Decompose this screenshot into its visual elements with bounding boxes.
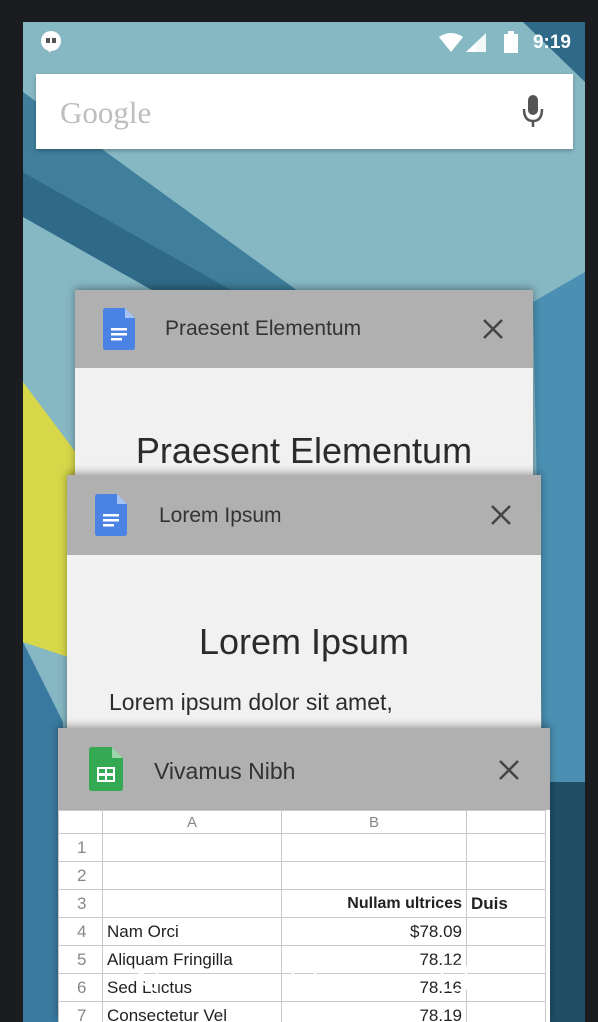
card-header[interactable]: Vivamus Nibh xyxy=(58,728,550,810)
cell xyxy=(281,833,467,862)
status-bar: 9:19 xyxy=(23,22,585,64)
sheets-icon xyxy=(89,747,123,791)
card-title: Praesent Elementum xyxy=(165,317,362,340)
cell xyxy=(466,833,546,862)
doc-text: Lorem ipsum dolor sit amet, xyxy=(109,689,393,715)
hangouts-notification-icon xyxy=(41,31,61,53)
battery-icon xyxy=(504,31,518,53)
microphone-icon[interactable] xyxy=(521,94,545,128)
row-number: 3 xyxy=(58,889,103,918)
docs-icon xyxy=(95,494,127,536)
home-icon[interactable] xyxy=(290,964,318,992)
cell: Nam Orci xyxy=(102,917,282,946)
cell xyxy=(102,833,282,862)
cell xyxy=(281,861,467,890)
column-header-c xyxy=(466,810,546,834)
table-row: 2 xyxy=(58,861,546,890)
card-header[interactable]: Praesent Elementum xyxy=(75,290,533,368)
cell xyxy=(102,889,282,918)
close-icon[interactable] xyxy=(482,318,504,340)
search-placeholder: Google xyxy=(60,95,152,130)
navigation-bar xyxy=(130,962,468,994)
cell: Nullam ultrices xyxy=(281,889,467,918)
row-number: 2 xyxy=(58,861,103,890)
signal-icon xyxy=(466,33,486,52)
cell: Duis xyxy=(466,889,546,918)
device-screen: 9:19 Google Praesent Elementum Praesent xyxy=(23,22,585,1022)
back-icon[interactable] xyxy=(130,962,159,994)
doc-heading: Lorem Ipsum xyxy=(198,621,410,662)
column-header-a: A xyxy=(102,810,282,834)
column-header-b: B xyxy=(281,810,467,834)
cell xyxy=(466,861,546,890)
table-row: 4 Nam Orci $78.09 xyxy=(58,917,546,946)
google-search-bar[interactable]: Google xyxy=(36,74,573,149)
card-title: Lorem Ipsum xyxy=(159,504,282,527)
wifi-icon xyxy=(439,33,463,52)
close-icon[interactable] xyxy=(498,759,520,781)
table-row: 3 Nullam ultrices Duis xyxy=(58,889,546,918)
docs-icon xyxy=(103,308,135,350)
column-header-row: A B xyxy=(58,810,546,834)
table-row: 1 xyxy=(58,833,546,862)
status-time: 9:19 xyxy=(532,32,571,53)
recents-icon[interactable] xyxy=(440,964,468,992)
card-header[interactable]: Lorem Ipsum xyxy=(67,475,541,555)
doc-heading: Praesent Elementum xyxy=(135,430,473,471)
cell: $78.09 xyxy=(281,917,467,946)
cell xyxy=(102,861,282,890)
row-number: 1 xyxy=(58,833,103,862)
row-number: 4 xyxy=(58,917,103,946)
corner-cell xyxy=(58,810,103,834)
card-title: Vivamus Nibh xyxy=(154,758,296,784)
close-icon[interactable] xyxy=(490,504,512,526)
cell xyxy=(466,917,546,946)
